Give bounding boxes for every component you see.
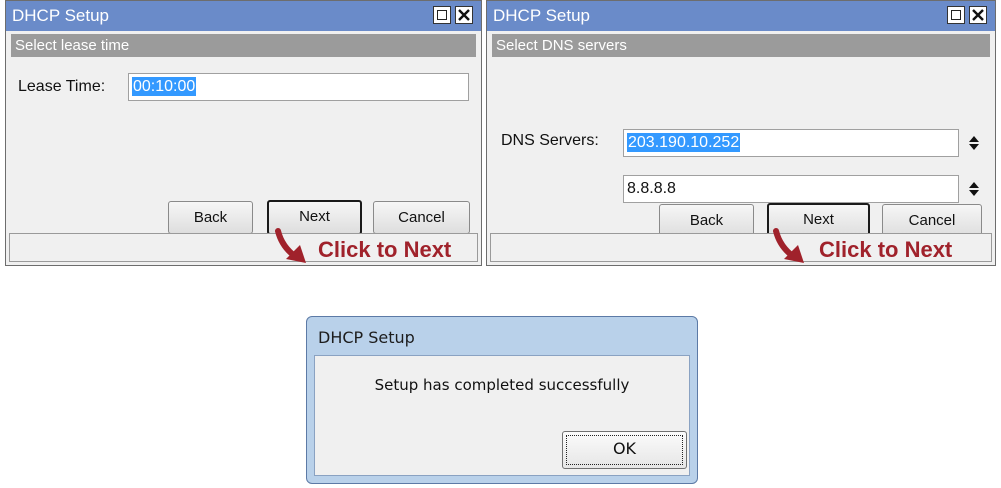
- lease-time-label: Lease Time:: [18, 78, 106, 95]
- spinner-icon[interactable]: [968, 135, 980, 151]
- dns-primary-input[interactable]: 203.190.10.252: [623, 129, 959, 157]
- close-icon[interactable]: [969, 6, 987, 24]
- cancel-button[interactable]: Cancel: [373, 201, 470, 234]
- dialog-message: Setup has completed successfully: [374, 376, 630, 394]
- window-title: DHCP Setup: [12, 6, 110, 25]
- maximize-icon[interactable]: [433, 6, 451, 24]
- focus-ring: [566, 435, 683, 465]
- section-header: Select DNS servers: [492, 34, 990, 57]
- spinner-icon[interactable]: [968, 181, 980, 197]
- back-button[interactable]: Back: [168, 201, 253, 234]
- ok-button[interactable]: OK: [562, 431, 687, 469]
- dialog-body: Setup has completed successfully OK: [314, 355, 690, 476]
- dhcp-lease-window: DHCP Setup Select lease time Lease Time:…: [5, 0, 482, 266]
- dns-secondary-input[interactable]: 8.8.8.8: [623, 175, 959, 203]
- lease-time-input[interactable]: 00:10:00: [128, 73, 469, 101]
- window-titlebar[interactable]: DHCP Setup: [6, 1, 481, 31]
- maximize-icon[interactable]: [947, 6, 965, 24]
- dhcp-dns-window: DHCP Setup Select DNS servers DNS Server…: [486, 0, 996, 266]
- dns-servers-label: DNS Servers:: [501, 132, 599, 149]
- dialog-title: DHCP Setup: [318, 328, 415, 347]
- dns-primary-value: 203.190.10.252: [627, 133, 741, 152]
- arrow-icon: [773, 228, 804, 263]
- window-title: DHCP Setup: [493, 6, 591, 25]
- close-icon[interactable]: [455, 6, 473, 24]
- section-header: Select lease time: [11, 34, 476, 57]
- click-to-next-annotation: Click to Next: [318, 237, 452, 262]
- arrow-icon: [275, 228, 306, 263]
- window-titlebar[interactable]: DHCP Setup: [487, 1, 995, 31]
- lease-time-value: 00:10:00: [132, 77, 197, 96]
- click-to-next-annotation: Click to Next: [819, 237, 953, 262]
- setup-complete-dialog: DHCP Setup Setup has completed successfu…: [306, 316, 698, 484]
- dns-secondary-value: 8.8.8.8: [627, 180, 676, 197]
